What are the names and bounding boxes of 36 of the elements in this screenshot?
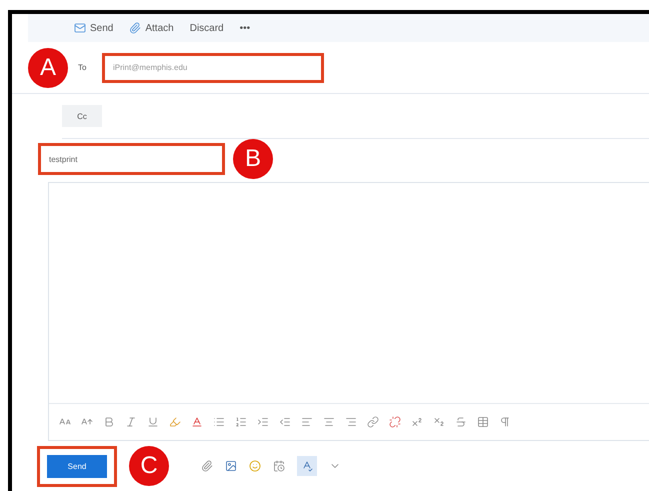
attach-button[interactable]: Attach bbox=[129, 22, 174, 34]
spell-check-button[interactable] bbox=[297, 456, 317, 476]
superscript-icon[interactable] bbox=[411, 416, 423, 428]
subscript-icon[interactable] bbox=[433, 416, 445, 428]
table-icon[interactable] bbox=[477, 416, 489, 428]
toolbar-button[interactable]: Discard bbox=[190, 22, 224, 34]
link-icon[interactable] bbox=[367, 416, 379, 428]
align-left-icon[interactable] bbox=[301, 416, 313, 428]
numbered-list-icon[interactable] bbox=[235, 416, 247, 428]
image-icon[interactable] bbox=[225, 460, 237, 472]
spell-check-icon bbox=[301, 460, 313, 472]
strikethrough-icon[interactable] bbox=[455, 416, 467, 428]
italic-icon[interactable] bbox=[125, 416, 137, 428]
underline-icon[interactable] bbox=[147, 416, 159, 428]
send-button[interactable]: Send bbox=[74, 22, 114, 34]
pilcrow-icon[interactable] bbox=[499, 416, 511, 428]
bold-icon[interactable] bbox=[103, 416, 115, 428]
to-label: To bbox=[78, 63, 88, 72]
highlighter-icon[interactable] bbox=[169, 416, 181, 428]
callout-marker: A bbox=[28, 48, 68, 88]
callout-marker: B bbox=[233, 139, 273, 179]
align-right-icon[interactable] bbox=[345, 416, 357, 428]
font-color-icon[interactable] bbox=[191, 416, 203, 428]
calendar-icon[interactable] bbox=[273, 460, 285, 472]
callout-marker: C bbox=[129, 446, 169, 486]
align-center-icon[interactable] bbox=[323, 416, 335, 428]
envelope-icon[interactable] bbox=[74, 22, 86, 34]
indent-icon[interactable] bbox=[257, 416, 269, 428]
outdent-icon[interactable] bbox=[279, 416, 291, 428]
send-button[interactable]: Send bbox=[47, 454, 107, 478]
toolbar-button[interactable]: ••• bbox=[240, 22, 250, 34]
unlink-icon[interactable] bbox=[389, 416, 401, 428]
paperclip-icon[interactable] bbox=[129, 22, 142, 34]
smiley-icon[interactable] bbox=[249, 460, 261, 472]
paperclip-icon[interactable] bbox=[201, 460, 213, 472]
cc-button[interactable]: Cc bbox=[62, 105, 102, 127]
